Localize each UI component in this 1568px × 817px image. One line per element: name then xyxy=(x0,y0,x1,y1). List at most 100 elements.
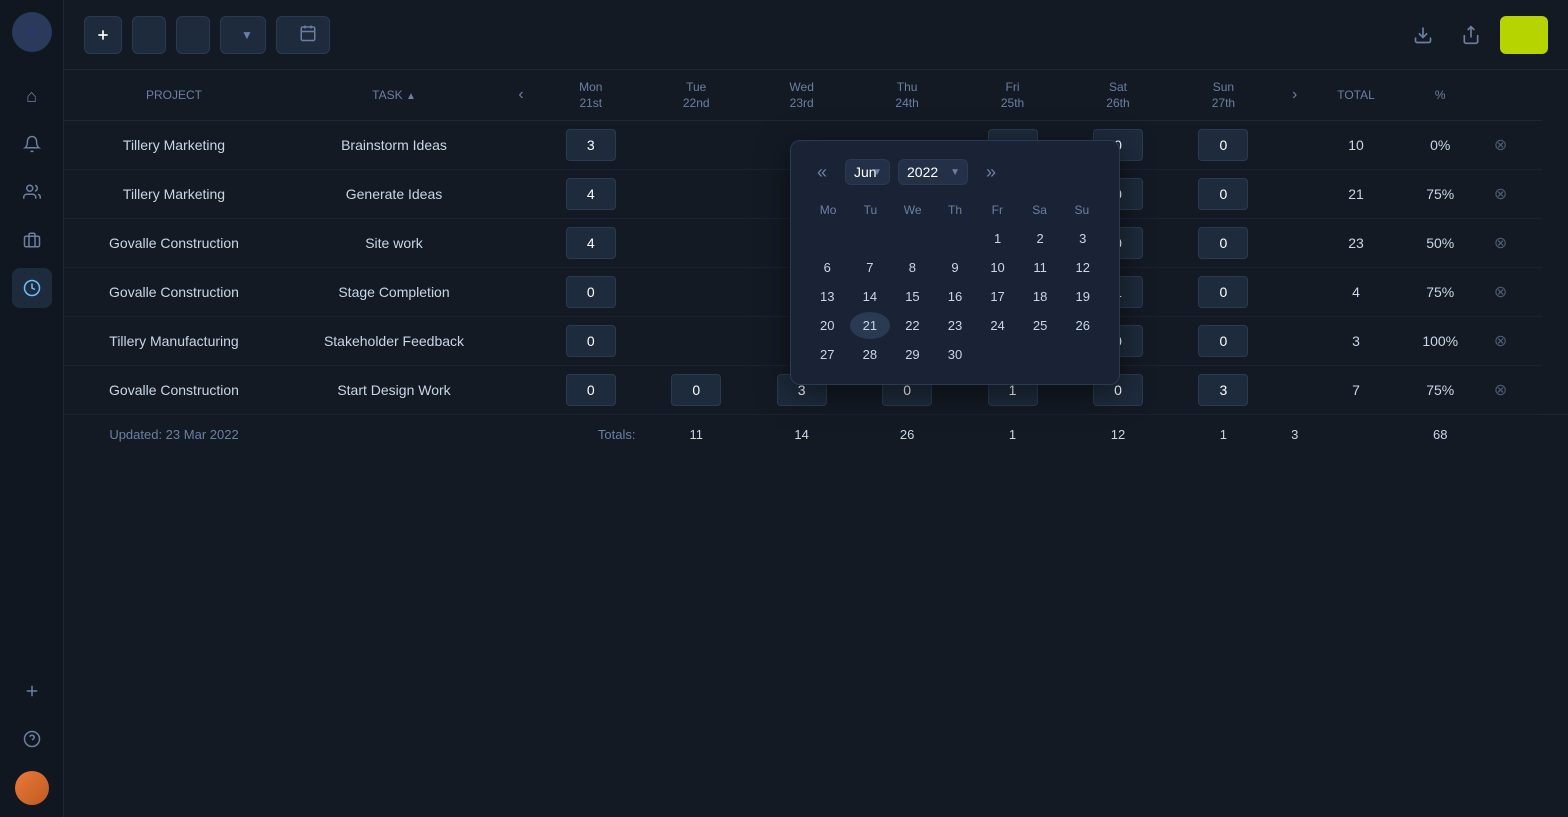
col-nav-next[interactable]: › xyxy=(1276,70,1313,121)
user-selector[interactable]: ▼ xyxy=(220,16,266,54)
add-entry-button[interactable] xyxy=(84,16,122,54)
cell-remove[interactable]: ⊗ xyxy=(1482,268,1543,317)
cal-day xyxy=(1062,341,1103,368)
cal-day[interactable]: 11 xyxy=(1020,254,1061,281)
cell-tue xyxy=(644,268,749,317)
add-project-icon[interactable] xyxy=(12,671,52,711)
cell-sun[interactable] xyxy=(1171,317,1276,366)
cal-day[interactable]: 18 xyxy=(1020,283,1061,310)
cal-day-header: Th xyxy=(934,199,976,221)
mon-input[interactable] xyxy=(566,276,616,308)
cal-day[interactable]: 21 xyxy=(850,312,891,339)
briefcase-icon[interactable] xyxy=(12,220,52,260)
remove-row-button[interactable]: ⊗ xyxy=(1490,281,1512,303)
remove-row-button[interactable]: ⊗ xyxy=(1490,330,1512,352)
cal-day[interactable]: 12 xyxy=(1062,254,1103,281)
help-icon[interactable] xyxy=(12,719,52,759)
cal-day[interactable]: 6 xyxy=(807,254,848,281)
cal-day[interactable]: 16 xyxy=(935,283,976,310)
cal-day[interactable]: 26 xyxy=(1062,312,1103,339)
cell-mon[interactable] xyxy=(538,121,643,170)
cal-day[interactable]: 2 xyxy=(1020,225,1061,252)
home-icon[interactable]: ⌂ xyxy=(12,76,52,116)
col-nav-prev[interactable]: ‹ xyxy=(504,70,538,121)
cell-sun[interactable] xyxy=(1171,219,1276,268)
cell-sun[interactable] xyxy=(1171,366,1276,415)
cell-remove[interactable]: ⊗ xyxy=(1482,170,1543,219)
save-button[interactable] xyxy=(1500,16,1548,54)
cal-day xyxy=(850,225,891,252)
cal-day[interactable]: 3 xyxy=(1062,225,1103,252)
auto-fill-button[interactable] xyxy=(176,16,210,54)
cal-day[interactable]: 7 xyxy=(850,254,891,281)
cal-day[interactable]: 15 xyxy=(892,283,933,310)
cal-day[interactable]: 14 xyxy=(850,283,891,310)
mon-input[interactable] xyxy=(566,374,616,406)
cal-day[interactable]: 9 xyxy=(935,254,976,281)
sun-input[interactable] xyxy=(1198,129,1248,161)
cell-remove[interactable]: ⊗ xyxy=(1482,121,1543,170)
calendar-prev-button[interactable]: « xyxy=(807,157,837,187)
sun-input[interactable] xyxy=(1198,227,1248,259)
cal-day[interactable]: 20 xyxy=(807,312,848,339)
cal-day[interactable]: 27 xyxy=(807,341,848,368)
tue-input[interactable] xyxy=(671,374,721,406)
cell-mon[interactable] xyxy=(538,219,643,268)
sun-input[interactable] xyxy=(1198,178,1248,210)
year-selector[interactable]: 20202021202220232024 xyxy=(898,159,968,185)
cell-sun[interactable] xyxy=(1171,268,1276,317)
remove-row-button[interactable]: ⊗ xyxy=(1490,379,1512,401)
cal-day[interactable]: 8 xyxy=(892,254,933,281)
cal-day[interactable]: 10 xyxy=(977,254,1018,281)
sun-input[interactable] xyxy=(1198,325,1248,357)
download-button[interactable] xyxy=(1404,16,1442,54)
app-logo[interactable] xyxy=(12,12,52,52)
cell-mon[interactable] xyxy=(538,170,643,219)
cell-sun[interactable] xyxy=(1171,170,1276,219)
mon-input[interactable] xyxy=(566,178,616,210)
cal-day[interactable]: 29 xyxy=(892,341,933,368)
cell-mon[interactable] xyxy=(538,317,643,366)
cal-day[interactable]: 19 xyxy=(1062,283,1103,310)
clock-icon[interactable] xyxy=(12,268,52,308)
cell-tue[interactable] xyxy=(644,366,749,415)
cell-pct: 0% xyxy=(1399,121,1482,170)
col-header-pct: % xyxy=(1399,70,1482,121)
month-selector[interactable]: JanFebMarAprMayJunJulAugSepOctNovDec xyxy=(845,159,890,185)
cell-nav2 xyxy=(1276,268,1313,317)
remove-row-button[interactable]: ⊗ xyxy=(1490,134,1512,156)
cell-mon[interactable] xyxy=(538,366,643,415)
cell-remove[interactable]: ⊗ xyxy=(1482,219,1543,268)
cell-remove[interactable]: ⊗ xyxy=(1482,317,1543,366)
bell-icon[interactable] xyxy=(12,124,52,164)
copy-last-week-button[interactable] xyxy=(132,16,166,54)
users-icon[interactable] xyxy=(12,172,52,212)
remove-row-button[interactable]: ⊗ xyxy=(1490,232,1512,254)
cal-day[interactable]: 30 xyxy=(935,341,976,368)
sun-input[interactable] xyxy=(1198,374,1248,406)
calendar-next-button[interactable]: » xyxy=(976,157,1006,187)
cal-day[interactable]: 13 xyxy=(807,283,848,310)
cal-day[interactable]: 28 xyxy=(850,341,891,368)
calendar-day-headers: MoTuWeThFrSaSu xyxy=(807,199,1103,221)
remove-row-button[interactable]: ⊗ xyxy=(1490,183,1512,205)
cell-remove[interactable]: ⊗ xyxy=(1482,366,1543,415)
mon-input[interactable] xyxy=(566,129,616,161)
cell-mon[interactable] xyxy=(538,268,643,317)
sun-input[interactable] xyxy=(1198,276,1248,308)
cell-total: 3 xyxy=(1313,317,1399,366)
cell-sun[interactable] xyxy=(1171,121,1276,170)
cal-day[interactable]: 23 xyxy=(935,312,976,339)
cal-day[interactable]: 1 xyxy=(977,225,1018,252)
mon-input[interactable] xyxy=(566,325,616,357)
cal-day xyxy=(892,225,933,252)
cell-nav xyxy=(504,317,538,366)
cal-day[interactable]: 17 xyxy=(977,283,1018,310)
user-avatar[interactable] xyxy=(15,771,49,805)
cal-day[interactable]: 25 xyxy=(1020,312,1061,339)
cal-day[interactable]: 22 xyxy=(892,312,933,339)
date-picker-button[interactable] xyxy=(276,16,330,54)
cal-day[interactable]: 24 xyxy=(977,312,1018,339)
mon-input[interactable] xyxy=(566,227,616,259)
share-button[interactable] xyxy=(1452,16,1490,54)
